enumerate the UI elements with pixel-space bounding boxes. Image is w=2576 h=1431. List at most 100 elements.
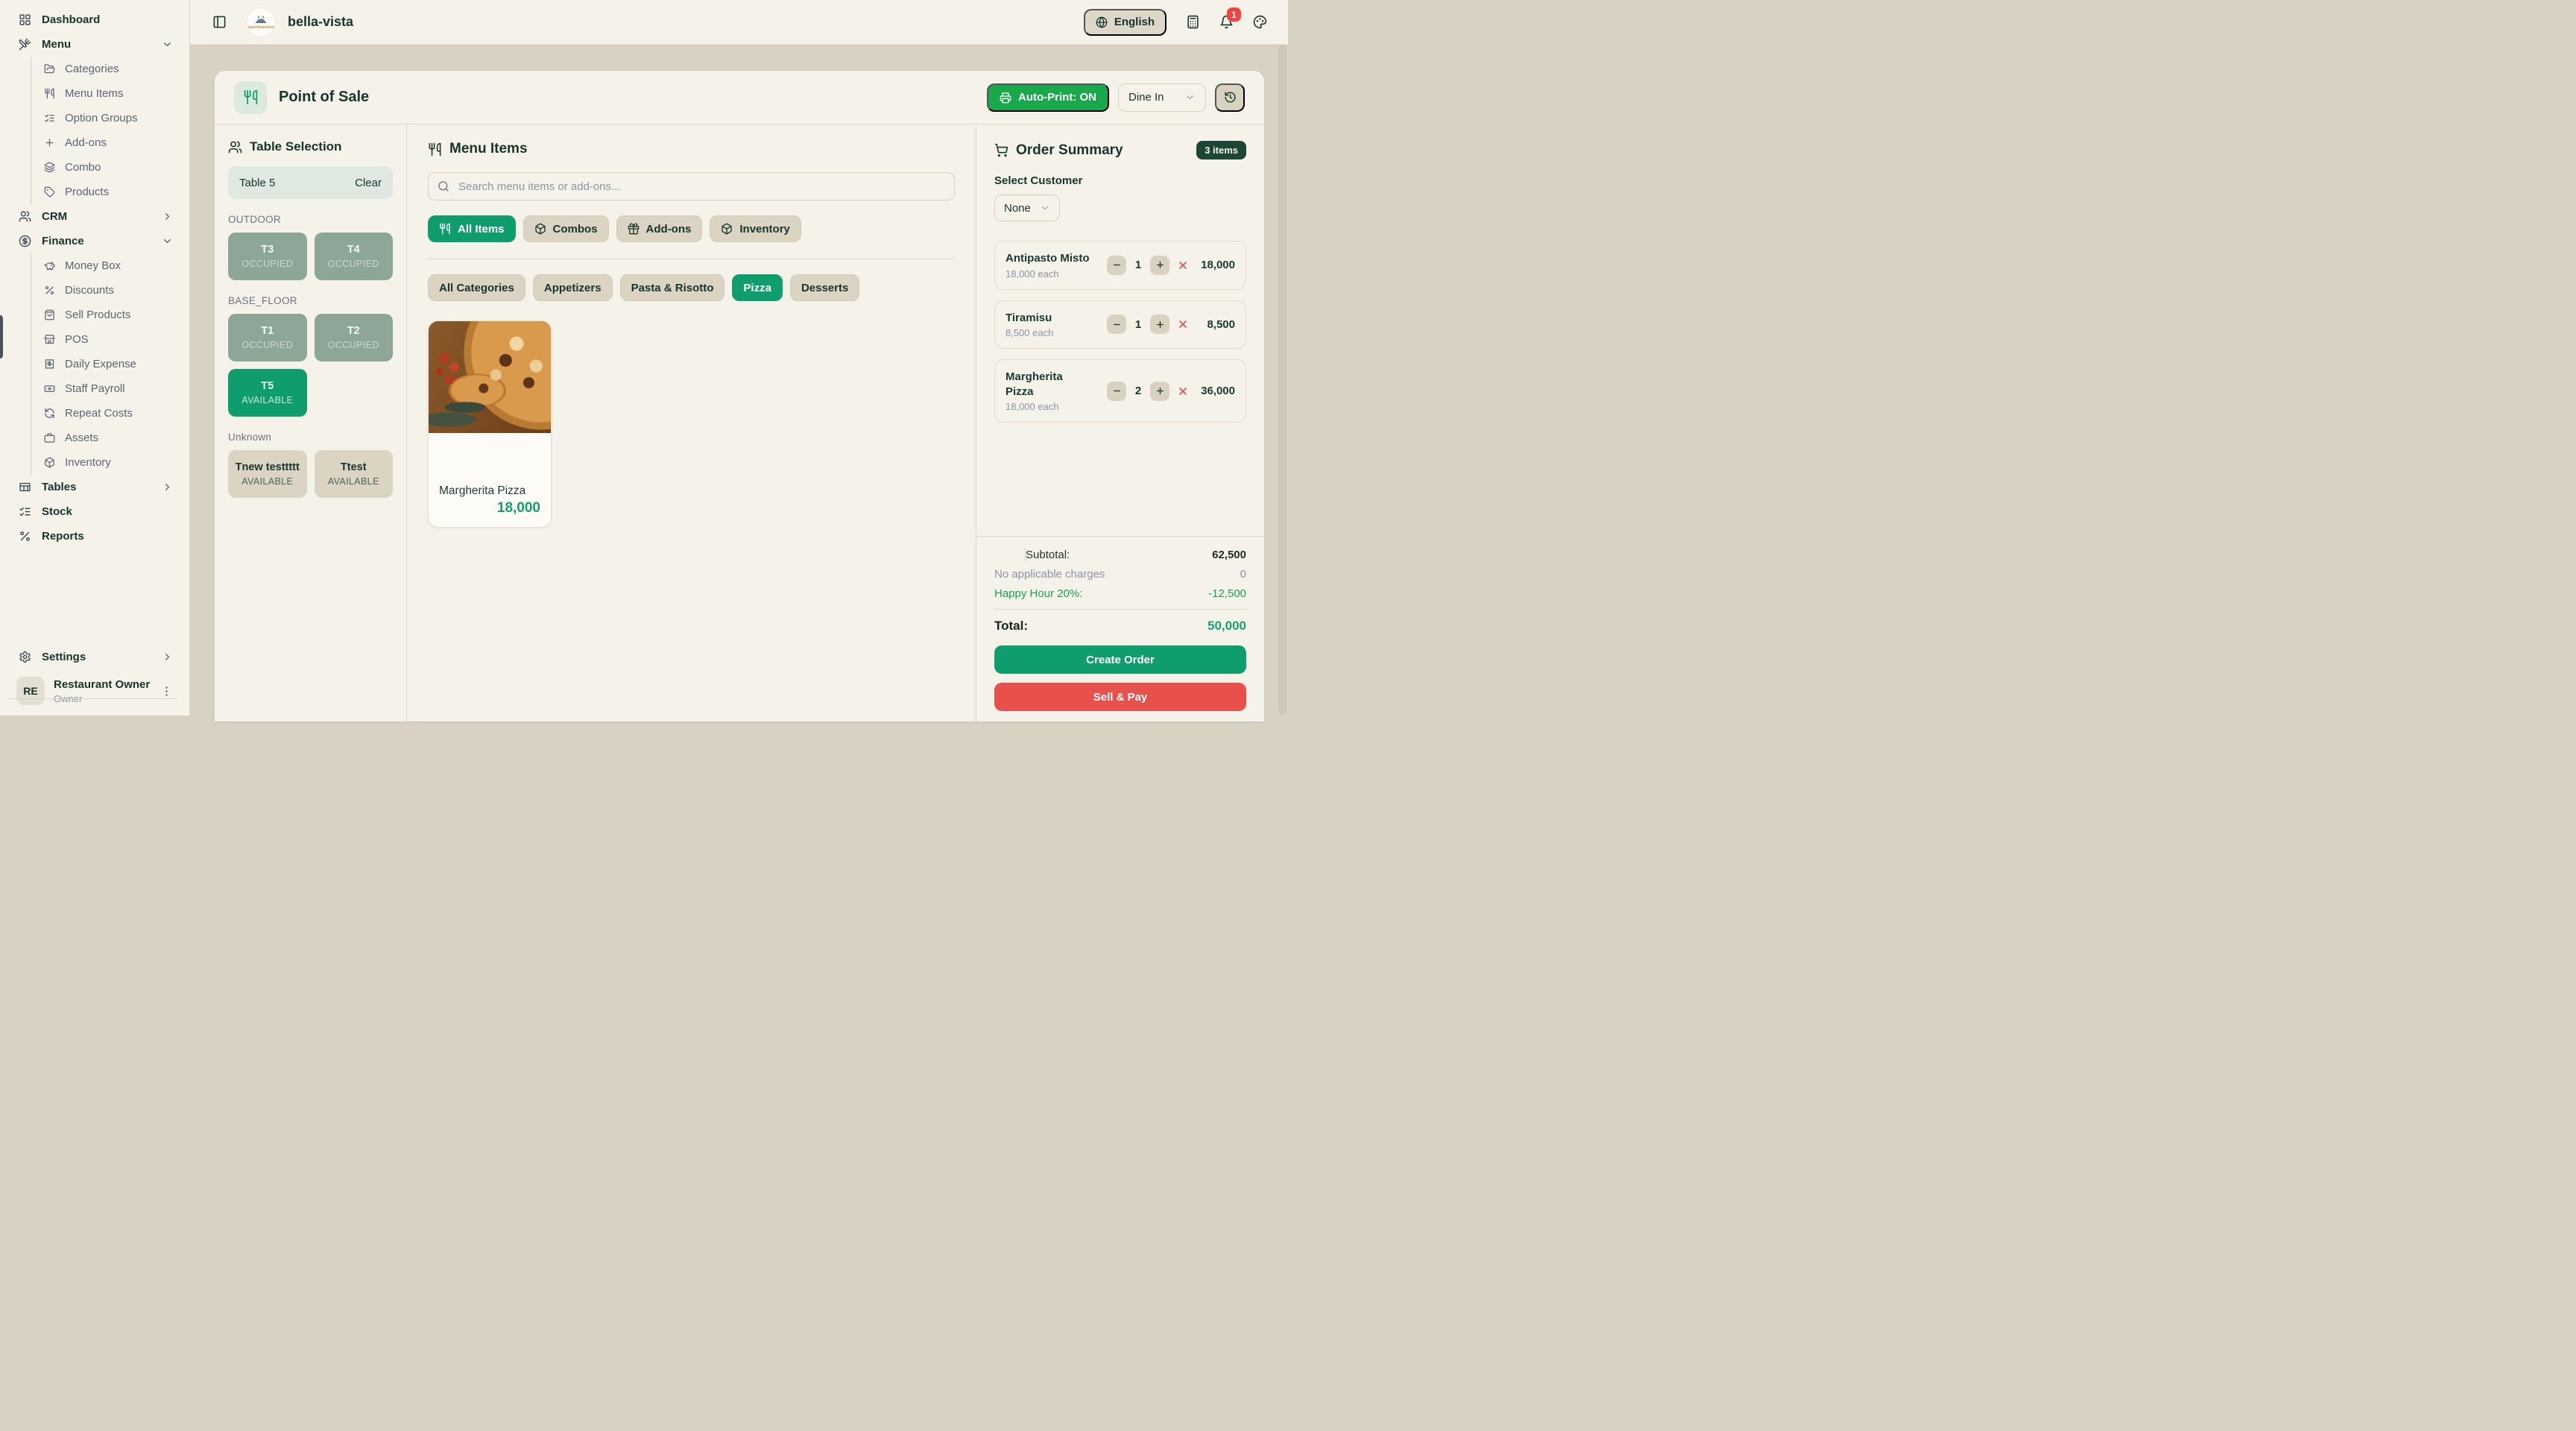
sidebar-item-label: Tables: [42, 481, 76, 493]
package-icon: [721, 223, 733, 235]
category-all[interactable]: All Categories: [428, 274, 525, 301]
category-label: Appetizers: [544, 282, 602, 294]
filter-all-items[interactable]: All Items: [428, 215, 516, 242]
filter-label: Add-ons: [646, 223, 692, 236]
decrease-qty-button[interactable]: [1107, 382, 1126, 401]
category-appetizers[interactable]: Appetizers: [533, 274, 613, 301]
language-button[interactable]: English: [1084, 9, 1167, 36]
table-button-tnew[interactable]: Tnew testtttt AVAILABLE: [228, 450, 307, 498]
search-input[interactable]: [428, 172, 955, 200]
select-customer-label: Select Customer: [994, 174, 1246, 187]
order-item-unit-price: 8,500 each: [1006, 327, 1090, 338]
category-label: Pizza: [743, 282, 771, 294]
order-items-list: Antipasto Misto 18,000 each 1 18,000: [994, 241, 1246, 423]
sidebar-item-pos[interactable]: POS: [31, 327, 189, 352]
sidebar-bottom-divider: [7, 698, 177, 699]
filter-inventory[interactable]: Inventory: [710, 215, 801, 242]
x-icon: [1177, 318, 1189, 330]
discount-value: -12,500: [1208, 587, 1246, 600]
table-button-t2[interactable]: T2 OCCUPIED: [315, 314, 394, 361]
autoprint-toggle-button[interactable]: Auto-Print: ON: [987, 83, 1109, 112]
table-status: AVAILABLE: [242, 395, 293, 405]
sidebar-item-settings[interactable]: Settings: [0, 645, 189, 669]
calculator-icon[interactable]: [1186, 15, 1200, 29]
remove-item-button[interactable]: [1177, 385, 1189, 397]
order-type-select[interactable]: Dine In: [1118, 83, 1206, 112]
category-pasta-risotto[interactable]: Pasta & Risotto: [620, 274, 725, 301]
table-button-t3[interactable]: T3 OCCUPIED: [228, 233, 307, 280]
sidebar-item-menu[interactable]: Menu: [0, 32, 189, 57]
category-desserts[interactable]: Desserts: [790, 274, 859, 301]
clear-table-button[interactable]: Clear: [355, 177, 382, 189]
sidebar-item-label: POS: [65, 333, 89, 346]
sidebar-item-finance[interactable]: Finance: [0, 229, 189, 253]
notifications-button[interactable]: 1: [1219, 15, 1234, 29]
package-icon: [44, 457, 55, 468]
create-order-button[interactable]: Create Order: [994, 645, 1246, 674]
brand-logo[interactable]: myonlinemenu: [246, 7, 276, 37]
sidebar-item-money-box[interactable]: Money Box: [31, 253, 189, 278]
utensils-icon: [243, 89, 259, 105]
tag-icon: [44, 186, 55, 198]
sidebar-item-staff-payroll[interactable]: Staff Payroll: [31, 376, 189, 401]
sidebar-item-daily-expense[interactable]: Daily Expense: [31, 352, 189, 376]
cart-icon: [994, 143, 1008, 157]
remove-item-button[interactable]: [1177, 318, 1189, 330]
order-history-button[interactable]: [1215, 83, 1245, 112]
percent-icon: [19, 530, 31, 543]
decrease-qty-button[interactable]: [1107, 256, 1126, 275]
sidebar-item-discounts[interactable]: Discounts: [31, 278, 189, 303]
order-item-unit-price: 18,000 each: [1006, 268, 1090, 279]
sidebar-item-add-ons[interactable]: Add-ons: [31, 130, 189, 155]
increase-qty-button[interactable]: [1150, 256, 1169, 275]
users-icon: [19, 210, 31, 223]
sidebar-toggle-button[interactable]: [212, 15, 227, 29]
sidebar-item-option-groups[interactable]: Option Groups: [31, 106, 189, 130]
sidebar-item-label: Stock: [42, 505, 72, 518]
sidebar-item-assets[interactable]: Assets: [31, 426, 189, 450]
page-scrollbar-thumb[interactable]: [1278, 45, 1287, 714]
sidebar-item-categories[interactable]: Categories: [31, 57, 189, 81]
table-status: OCCUPIED: [242, 340, 293, 350]
order-type-value: Dine In: [1128, 91, 1164, 104]
category-label: All Categories: [439, 282, 514, 294]
sidebar-item-products[interactable]: Products: [31, 180, 189, 204]
table-button-t4[interactable]: T4 OCCUPIED: [315, 233, 394, 280]
sidebar-item-label: Add-ons: [65, 136, 107, 149]
more-vertical-icon[interactable]: [160, 685, 173, 698]
sidebar-scrollbar-thumb[interactable]: [0, 315, 3, 358]
users-icon: [228, 140, 242, 154]
sidebar-item-sell-products[interactable]: Sell Products: [31, 303, 189, 327]
table-button-t5-selected[interactable]: T5 AVAILABLE: [228, 369, 307, 417]
sidebar-item-combo[interactable]: Combo: [31, 155, 189, 180]
sidebar-item-repeat-costs[interactable]: Repeat Costs: [31, 401, 189, 426]
increase-qty-button[interactable]: [1150, 382, 1169, 401]
table-button-ttest[interactable]: Ttest AVAILABLE: [315, 450, 394, 498]
category-pizza[interactable]: Pizza: [732, 274, 783, 301]
sidebar-item-stock[interactable]: Stock: [0, 499, 189, 524]
circle-dollar-icon: [19, 235, 31, 247]
sidebar-item-dashboard[interactable]: Dashboard: [0, 7, 189, 32]
sidebar-item-menu-items[interactable]: Menu Items: [31, 81, 189, 106]
user-profile[interactable]: RE Restaurant Owner Owner: [0, 669, 189, 705]
category-filters: All Categories Appetizers Pasta & Risott…: [428, 274, 955, 301]
decrease-qty-button[interactable]: [1107, 315, 1126, 334]
pos-title-icon-box: [234, 81, 267, 114]
product-card-margherita-pizza[interactable]: Margherita Pizza 18,000: [428, 320, 552, 528]
sidebar-item-crm[interactable]: CRM: [0, 204, 189, 229]
remove-item-button[interactable]: [1177, 259, 1189, 271]
table-button-t1[interactable]: T1 OCCUPIED: [228, 314, 307, 361]
subtotal-label: Subtotal:: [1026, 549, 1070, 561]
order-item-qty: 2: [1134, 385, 1143, 397]
sidebar-item-inventory[interactable]: Inventory: [31, 450, 189, 475]
filter-add-ons[interactable]: Add-ons: [616, 215, 703, 242]
filter-combos[interactable]: Combos: [523, 215, 609, 242]
charges-label: No applicable charges: [994, 568, 1105, 581]
palette-icon[interactable]: [1253, 15, 1267, 29]
sell-and-pay-button[interactable]: Sell & Pay: [994, 683, 1246, 711]
increase-qty-button[interactable]: [1150, 315, 1169, 334]
logo-text: myonlinemenu: [247, 25, 274, 30]
sidebar-item-tables[interactable]: Tables: [0, 475, 189, 499]
customer-select[interactable]: None: [994, 195, 1060, 221]
sidebar-item-reports[interactable]: Reports: [0, 524, 189, 549]
